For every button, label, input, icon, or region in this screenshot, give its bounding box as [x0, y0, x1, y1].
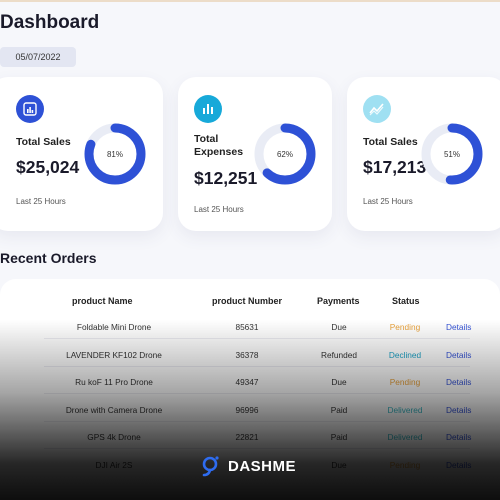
- cell-payment: Due: [331, 459, 347, 470]
- card-value: $25,024: [16, 157, 80, 177]
- recent-orders-title: Recent Orders: [0, 250, 97, 266]
- cell-payment: Due: [331, 377, 347, 387]
- card-label: Total Sales: [16, 136, 71, 148]
- stat-card-total-sales-2[interactable]: Total Sales $17,213 Last 25 Hours 51%: [347, 77, 500, 231]
- stat-card-total-expenses[interactable]: Total Expenses $12,251 Last 25 Hours 62%: [178, 77, 332, 231]
- card-label-line-1: Total: [194, 133, 219, 145]
- card-subtitle: Last 25 Hours: [194, 205, 244, 214]
- top-accent-line: [0, 0, 500, 2]
- table-row: GPS 4k Drone 22821 Paid Delivered Details: [0, 432, 500, 454]
- date-badge[interactable]: 05/07/2022: [0, 47, 76, 67]
- donut-percent-label: 81%: [107, 150, 123, 159]
- card-value: $12,251: [194, 168, 258, 188]
- cell-product-number: 85631: [235, 322, 259, 332]
- cell-payment: Paid: [330, 404, 348, 415]
- details-link[interactable]: Details: [446, 322, 476, 332]
- row-divider: [44, 338, 470, 339]
- card-label-line-2: Expenses: [194, 146, 244, 158]
- row-divider: [44, 448, 470, 449]
- trend-icon: [363, 95, 391, 123]
- cell-payment: Due: [331, 322, 347, 332]
- column-header-product-name: product Name: [72, 296, 133, 306]
- cell-status: Delivered: [387, 404, 423, 415]
- cell-status: Pending: [389, 377, 421, 387]
- row-divider: [44, 393, 470, 394]
- details-link[interactable]: Details: [446, 405, 476, 415]
- card-label: Total Expenses: [194, 133, 243, 159]
- card-subtitle: Last 25 Hours: [363, 197, 413, 206]
- table-row: LAVENDER KF102 Drone 36378 Refunded Decline…: [0, 350, 500, 372]
- column-header-payments: Payments: [317, 296, 360, 306]
- table-row: Drone with Camera Drone 96996 Paid Delivere…: [0, 405, 500, 427]
- column-header-status: Status: [392, 296, 420, 306]
- cell-product-number: 96996: [235, 404, 259, 415]
- cell-payment: Refunded: [321, 349, 357, 360]
- cell-product-number: 36378: [235, 349, 259, 360]
- cell-status: Pending: [389, 322, 421, 332]
- stats-icon: [194, 95, 222, 123]
- stat-card-total-sales[interactable]: Total Sales $25,024 Last 25 Hours 81%: [0, 77, 163, 231]
- cell-status: Pending: [389, 459, 421, 470]
- details-link[interactable]: Details: [446, 432, 476, 442]
- cell-product-name: Drone with Camera Drone: [65, 404, 163, 415]
- page-title: Dashboard: [0, 12, 100, 33]
- donut-percent-label: 62%: [277, 150, 293, 159]
- card-label: Total Sales: [363, 136, 418, 148]
- card-value: $17,213: [363, 157, 427, 177]
- progress-donut: 81%: [84, 123, 146, 185]
- cell-product-name: DJI Air 2S: [95, 459, 133, 470]
- bar-chart-icon: [16, 95, 44, 123]
- cell-payment: Paid: [330, 432, 348, 442]
- column-header-product-number: product Number: [212, 296, 283, 306]
- progress-donut: 62%: [254, 123, 316, 185]
- cell-status: Delivered: [387, 432, 423, 442]
- cell-product-name: GPS 4k Drone: [87, 432, 141, 442]
- donut-percent-label: 51%: [444, 150, 460, 159]
- row-divider: [44, 365, 470, 367]
- card-subtitle: Last 25 Hours: [16, 197, 66, 206]
- details-link[interactable]: Details: [446, 460, 476, 470]
- progress-donut: 51%: [421, 123, 483, 185]
- cell-status: Declined: [388, 349, 422, 360]
- cell-product-name: Foldable Mini Drone: [76, 322, 152, 332]
- row-divider: [44, 420, 470, 422]
- table-row: Foldable Mini Drone 85631 Due Pending Detail…: [0, 322, 500, 344]
- cell-product-name: LAVENDER KF102 Drone: [66, 349, 162, 360]
- cell-product-number: 22821: [235, 432, 259, 442]
- cell-product-name: Ru koF 11 Pro Drone: [75, 377, 153, 387]
- table-row: Ru koF 11 Pro Drone 49347 Due Pending Detail…: [0, 377, 500, 399]
- brand-name: DASHME: [228, 457, 297, 475]
- details-link[interactable]: Details: [446, 377, 476, 387]
- details-link[interactable]: Details: [446, 350, 476, 360]
- logo-icon: [202, 456, 219, 477]
- brand-logo: DASHME: [200, 455, 296, 477]
- cell-product-number: 49347: [235, 377, 259, 387]
